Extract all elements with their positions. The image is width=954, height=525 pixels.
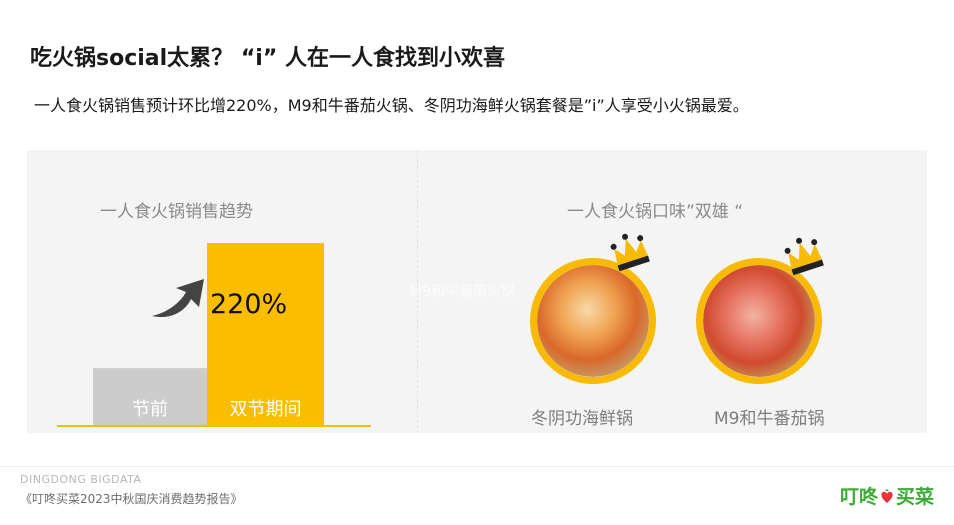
crown-icon: [610, 233, 650, 272]
growth-percent-label: 220%: [210, 289, 287, 320]
overlay-ghost-text: M9和牛番茄火锅: [410, 284, 515, 300]
crown-icon: [784, 237, 824, 276]
dish-label-seafood: 冬阴功海鲜锅: [531, 409, 633, 429]
flavor-title: 一人食火锅口味”双雄 “: [567, 202, 744, 222]
growth-arrow-icon: [152, 279, 204, 318]
logo-text-left: 叮咚: [840, 486, 879, 508]
footer-divider: [0, 466, 954, 467]
category-label-0: 节前: [132, 399, 168, 420]
beef-tomato-hotpot-image: [696, 258, 822, 384]
logo-text-right: 买菜: [896, 486, 935, 508]
footer-brand: DINGDONG BIGDATA: [20, 473, 142, 486]
footer-report-name: 《叮咚买菜2023中秋国庆消费趋势报告》: [20, 492, 243, 506]
bar-1: [207, 243, 324, 425]
category-label-1: 双节期间: [230, 399, 302, 420]
seafood-hotpot-image: [530, 258, 656, 384]
dingdong-logo: 叮咚 买菜: [840, 482, 934, 509]
dish-label-beef: M9和牛番茄锅: [714, 409, 825, 429]
strawberry-icon: [881, 488, 893, 503]
